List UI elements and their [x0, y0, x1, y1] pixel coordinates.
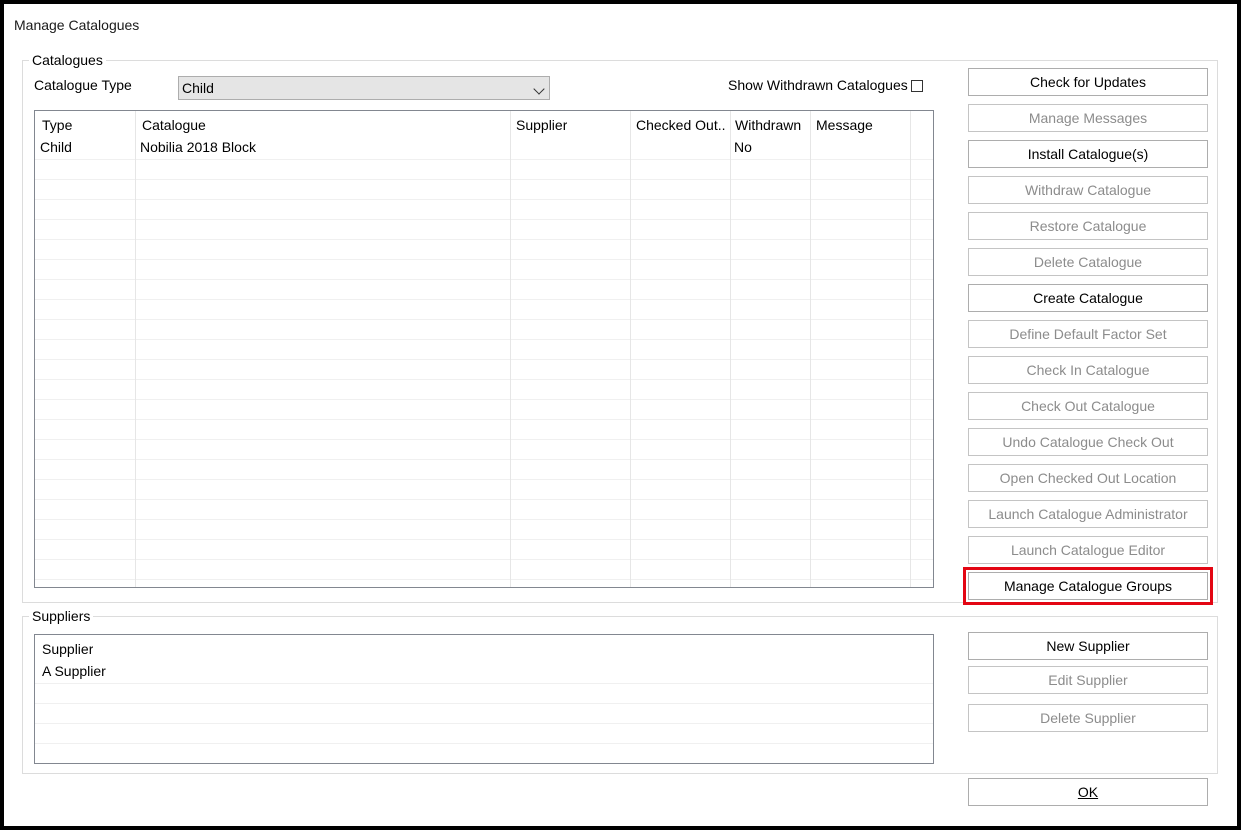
column-header-supplier[interactable]: Supplier [42, 639, 93, 659]
withdraw-catalogue-button[interactable]: Withdraw Catalogue [968, 176, 1208, 204]
grid-row-line [35, 459, 933, 460]
restore-catalogue-button[interactable]: Restore Catalogue [968, 212, 1208, 240]
column-header-withdrawn[interactable]: Withdrawn [735, 115, 801, 135]
undo-catalogue-check-out-button[interactable]: Undo Catalogue Check Out [968, 428, 1208, 456]
edit-supplier-button[interactable]: Edit Supplier [968, 666, 1208, 694]
grid-row-line [35, 399, 933, 400]
delete-catalogue-button[interactable]: Delete Catalogue [968, 248, 1208, 276]
chevron-down-icon[interactable] [533, 83, 545, 95]
check-out-catalogue-button[interactable]: Check Out Catalogue [968, 392, 1208, 420]
delete-supplier-button[interactable]: Delete Supplier [968, 704, 1208, 732]
grid-column-line [730, 111, 731, 587]
grid-column-line [630, 111, 631, 587]
catalogue-type-value: Child [182, 80, 214, 96]
launch-catalogue-editor-button[interactable]: Launch Catalogue Editor [968, 536, 1208, 564]
grid-row-line [35, 379, 933, 380]
install-catalogues-button[interactable]: Install Catalogue(s) [968, 140, 1208, 168]
grid-row-line [35, 579, 933, 580]
grid-row-line [35, 299, 933, 300]
grid-row-line [35, 703, 933, 704]
catalogues-table[interactable]: Type Catalogue Supplier Checked Out... W… [34, 110, 934, 588]
open-checked-out-location-button[interactable]: Open Checked Out Location [968, 464, 1208, 492]
check-in-catalogue-button[interactable]: Check In Catalogue [968, 356, 1208, 384]
grid-row-line [35, 743, 933, 744]
grid-row-line [35, 159, 933, 160]
grid-row-line [35, 479, 933, 480]
grid-column-line [135, 111, 136, 587]
grid-row-line [35, 499, 933, 500]
grid-row-line [35, 559, 933, 560]
column-header-message[interactable]: Message [816, 115, 873, 135]
grid-column-line [910, 111, 911, 587]
grid-row-line [35, 179, 933, 180]
column-header-checked-out[interactable]: Checked Out... [636, 115, 726, 135]
grid-row-line [35, 419, 933, 420]
grid-column-line [510, 111, 511, 587]
column-header-supplier[interactable]: Supplier [516, 115, 567, 135]
suppliers-legend: Suppliers [29, 608, 94, 624]
catalogues-legend: Catalogues [29, 52, 106, 68]
highlight-box [963, 567, 1213, 605]
cell-withdrawn: No [734, 139, 752, 155]
grid-row-line [35, 199, 933, 200]
create-catalogue-button[interactable]: Create Catalogue [968, 284, 1208, 312]
catalogue-type-label: Catalogue Type [34, 77, 132, 93]
manage-messages-button[interactable]: Manage Messages [968, 104, 1208, 132]
grid-row-line [35, 259, 933, 260]
grid-row-line [35, 359, 933, 360]
grid-row-line [35, 279, 933, 280]
manage-catalogues-window: Manage Catalogues Catalogues Catalogue T… [4, 4, 1237, 826]
grid-row-line [35, 539, 933, 540]
grid-row-line [35, 683, 933, 684]
grid-row-line [35, 319, 933, 320]
grid-row-line [35, 239, 933, 240]
grid-row-line [35, 723, 933, 724]
cell-supplier-name: A Supplier [42, 663, 106, 679]
grid-column-line [810, 111, 811, 587]
catalogue-type-select[interactable]: Child [178, 76, 550, 100]
new-supplier-button[interactable]: New Supplier [968, 632, 1208, 660]
define-default-factor-set-button[interactable]: Define Default Factor Set [968, 320, 1208, 348]
column-header-catalogue[interactable]: Catalogue [142, 115, 206, 135]
cell-type: Child [40, 139, 72, 155]
column-header-type[interactable]: Type [42, 115, 72, 135]
launch-catalogue-administrator-button[interactable]: Launch Catalogue Administrator [968, 500, 1208, 528]
grid-row-line [35, 339, 933, 340]
window-title: Manage Catalogues [14, 17, 140, 33]
ok-button[interactable]: OK [968, 778, 1208, 806]
grid-row-line [35, 439, 933, 440]
show-withdrawn-checkbox[interactable] [911, 80, 923, 92]
check-for-updates-button[interactable]: Check for Updates [968, 68, 1208, 96]
grid-row-line [35, 519, 933, 520]
suppliers-table[interactable]: Supplier A Supplier [34, 634, 934, 764]
grid-row-line [35, 219, 933, 220]
show-withdrawn-label: Show Withdrawn Catalogues [728, 77, 908, 93]
cell-catalogue: Nobilia 2018 Block [140, 139, 256, 155]
